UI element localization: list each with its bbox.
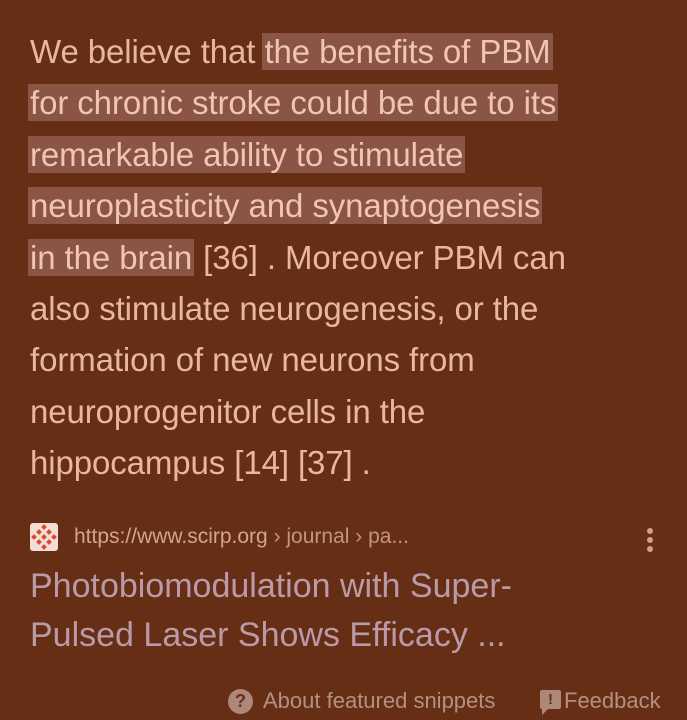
feedback-label: Feedback: [564, 688, 661, 713]
feedback-button[interactable]: ! Feedback: [540, 687, 661, 715]
about-label: About featured snippets: [263, 688, 496, 713]
result-title-link[interactable]: Photobiomodulation with Super- Pulsed La…: [30, 562, 670, 660]
snippet-line: hippocampus [14] [37] .: [30, 444, 371, 482]
result-source: https://www.scirp.org › journal › pa...: [30, 522, 670, 552]
snippet-line: We believe that the benefits of PBM: [30, 33, 553, 70]
snippet-highlight: remarkable ability to stimulate: [28, 135, 466, 173]
source-breadcrumb[interactable]: › journal › pa...: [268, 525, 409, 548]
result-title-line[interactable]: Photobiomodulation with Super-: [30, 562, 670, 611]
help-circle-icon: ?: [228, 688, 253, 714]
featured-snippet-text: We believe that the benefits of PBM for …: [28, 26, 670, 489]
source-url[interactable]: https://www.scirp.org › journal › pa...: [74, 524, 409, 550]
snippet-highlight: the benefits of PBM: [262, 33, 553, 70]
snippet-highlight: in the brain: [28, 238, 195, 276]
snippet-line: in the brain [36] . Moreover PBM can: [28, 238, 566, 276]
feedback-icon: !: [540, 689, 561, 715]
snippet-line: also stimulate neurogenesis, or the: [30, 289, 539, 327]
scirp-favicon-icon: [30, 523, 58, 551]
snippet-line: neuroprogenitor cells in the: [30, 392, 426, 430]
more-vert-icon[interactable]: [640, 526, 660, 554]
snippet-line: formation of new neurons from: [30, 341, 475, 379]
about-featured-snippets-button[interactable]: ? About featured snippets: [228, 687, 495, 715]
snippet-highlight: for chronic stroke could be due to its: [28, 84, 559, 122]
snippet-footer: ? About featured snippets ! Feedback: [0, 685, 687, 717]
snippet-line: remarkable ability to stimulate: [28, 129, 670, 180]
snippet-line: for chronic stroke could be due to its: [28, 77, 670, 128]
result-title-line[interactable]: Pulsed Laser Shows Efficacy ...: [30, 611, 670, 660]
snippet-line: neuroplasticity and synaptogenesis: [28, 180, 670, 231]
snippet-highlight: neuroplasticity and synaptogenesis: [28, 187, 543, 225]
source-domain[interactable]: https://www.scirp.org: [74, 525, 268, 548]
